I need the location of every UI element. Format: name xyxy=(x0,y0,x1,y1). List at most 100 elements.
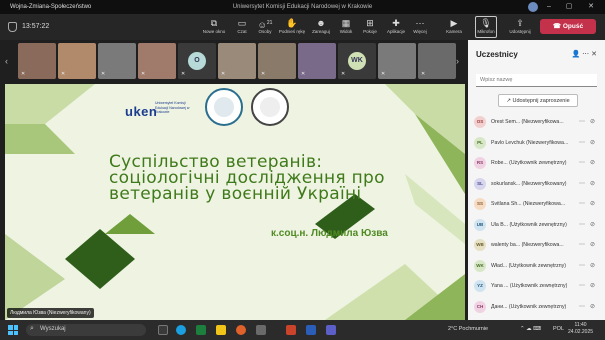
powerpoint-icon[interactable] xyxy=(286,325,296,335)
language-indicator[interactable]: POL xyxy=(553,326,564,332)
participant-more-icon[interactable]: ⋯ xyxy=(579,159,585,166)
taskbar-search[interactable]: ⌕ Wyszukaj xyxy=(26,324,146,336)
participant-name: Yana ... (Użytkownik zewnętrzny) xyxy=(491,283,568,289)
maximize-icon[interactable]: ▢ xyxy=(565,3,573,11)
mic-muted-icon: ✕ xyxy=(61,71,66,77)
microphone-button[interactable]: 🎙 Mikrofon xyxy=(475,16,497,38)
close-panel-icon[interactable]: ✕ xyxy=(591,51,597,58)
more-options-icon[interactable]: ⋯ xyxy=(582,51,591,58)
mic-muted-icon: ⊘ xyxy=(589,303,595,310)
leave-button[interactable]: ☎ Opuść xyxy=(540,19,596,34)
participant-video-tile[interactable]: ✕ xyxy=(378,43,416,79)
participant-video-tile[interactable]: ✕ xyxy=(218,43,256,79)
minimize-icon[interactable]: – xyxy=(545,3,553,11)
participant-name: sokurlansk... (Niezweryfikowany) xyxy=(491,180,567,187)
windows-taskbar: ⌕ Wyszukaj 2°C Pochmurnie ⌃ ☁ ⌨ POL 11:4… xyxy=(0,320,605,340)
participant-row[interactable]: RS Robe... (Użytkownik zewnętrzny) ⋯ ⊘ xyxy=(474,155,599,172)
panel-title: Uczestnicy xyxy=(476,50,518,59)
participant-avatar: YZ xyxy=(474,280,486,292)
teams-icon[interactable] xyxy=(326,325,336,335)
more-button[interactable]: ⋯ Więcej xyxy=(404,17,436,34)
camera-button[interactable]: ▶ Kamera xyxy=(438,17,470,34)
participant-row[interactable]: UB Ula B... (Użytkownik zewnętrzny) ⋯ ⊘ xyxy=(474,217,599,234)
firefox-icon[interactable] xyxy=(236,325,246,335)
participant-search-input[interactable]: Wpisz nazwę xyxy=(476,74,597,87)
weather-widget[interactable]: 2°C Pochmurnie xyxy=(448,326,488,332)
scroll-right-icon[interactable]: › xyxy=(456,56,459,66)
participant-name: Pavlo Levchuk (Niezweryfikowa... xyxy=(491,139,569,146)
participant-more-icon[interactable]: ⋯ xyxy=(579,139,585,146)
participant-name: walenty ba... (Niezweryfikowa... xyxy=(491,242,564,248)
store-icon[interactable] xyxy=(256,325,266,335)
add-person-icon[interactable]: 👤 xyxy=(572,51,581,58)
teams-meeting-window: Wojna-Zmiana-Społeczeństwo Uniwersytet K… xyxy=(0,0,605,340)
participant-more-icon[interactable]: ⋯ xyxy=(579,262,585,269)
participant-name: Ula B... (Użytkownik zewnętrzny) xyxy=(491,221,567,228)
participant-row[interactable]: WB walenty ba... (Niezweryfikowa... ⋯ ⊘ xyxy=(474,237,599,254)
participant-avatar: SL xyxy=(474,177,486,190)
participant-name: Robe... (Użytkownik zewnętrzny) xyxy=(491,160,567,166)
share-invite-button[interactable]: ↗ Udostępnij zaproszenie xyxy=(498,94,578,107)
participant-video-tile[interactable]: ✕ xyxy=(98,43,136,79)
participant-row[interactable]: SL sokurlansk... (Niezweryfikowany) ⋯ ⊘ xyxy=(474,176,599,193)
scroll-left-icon[interactable]: ‹ xyxy=(5,56,8,66)
participant-more-icon[interactable]: ⋯ xyxy=(579,282,585,289)
mic-muted-icon: ✕ xyxy=(221,71,226,77)
mic-muted-icon: ⊘ xyxy=(589,201,595,207)
participant-more-icon[interactable]: ⋯ xyxy=(579,118,585,125)
close-icon[interactable]: ✕ xyxy=(587,3,595,11)
speaker-name-tag: Людмила Юзва (Niezweryfikowany) xyxy=(7,308,94,318)
mic-off-icon: 🎙 xyxy=(480,18,492,28)
participant-more-icon[interactable]: ⋯ xyxy=(579,241,585,248)
mic-muted-icon: ⊘ xyxy=(589,180,595,187)
participant-row[interactable]: YZ Yana ... (Użytkownik zewnętrzny) ⋯ ⊘ xyxy=(474,278,599,295)
mic-muted-icon: ⊘ xyxy=(589,242,595,248)
participant-video-tile[interactable]: ✕ xyxy=(418,43,456,79)
file-explorer-icon[interactable] xyxy=(216,325,226,335)
share-button[interactable]: ⇪ Udostępnij xyxy=(504,17,536,34)
participant-video-tile[interactable]: ✕ xyxy=(258,43,296,79)
excel-icon[interactable] xyxy=(196,325,206,335)
account-avatar[interactable] xyxy=(528,2,538,12)
participant-avatar: UB xyxy=(474,218,486,231)
participant-video-tile[interactable]: ✕ xyxy=(18,43,56,79)
participant-video-tile[interactable]: ✕ xyxy=(298,43,336,79)
org-name: Uniwersytet Komisji Edukacji Narodowej w… xyxy=(232,4,373,10)
raise-hand-button[interactable]: ✋ Podnieś rękę xyxy=(276,17,308,34)
participant-more-icon[interactable]: ⋯ xyxy=(579,303,585,310)
phone-icon: ☎ xyxy=(552,23,563,30)
participant-video-tile[interactable]: WK ✕ xyxy=(338,43,376,79)
mic-muted-icon: ✕ xyxy=(421,71,426,77)
participant-video-tile[interactable]: ✕ xyxy=(58,43,96,79)
participant-more-icon[interactable]: ⋯ xyxy=(579,180,585,187)
participant-row[interactable]: CH Дани... (Użytkownik zewnętrzny) ⋯ ⊘ xyxy=(474,299,599,316)
task-view-icon[interactable] xyxy=(158,325,168,335)
panel-header-icons: 👤 ⋯ ✕ xyxy=(572,50,598,58)
mic-muted-icon: ⊘ xyxy=(589,160,595,166)
mic-muted-icon: ✕ xyxy=(341,71,346,77)
participant-row[interactable]: SS Svitlana Sh... (Niezweryfikowa... ⋯ ⊘ xyxy=(474,196,599,213)
participant-more-icon[interactable]: ⋯ xyxy=(579,221,585,228)
participant-video-tile[interactable]: O ✕ xyxy=(178,43,216,79)
word-icon[interactable] xyxy=(306,325,316,335)
participant-avatar: WB xyxy=(474,239,486,251)
uken-logo: uken xyxy=(125,104,158,119)
participant-row[interactable]: WK Wład... (Użytkownik zewnętrzny) ⋯ ⊘ xyxy=(474,258,599,275)
participant-name: Дани... (Użytkownik zewnętrzny) xyxy=(491,303,567,310)
participant-row[interactable]: OS Orest Sem... (Niezweryfikowa... ⋯ ⊘ xyxy=(474,114,599,131)
participant-avatar: WK xyxy=(474,259,486,272)
participant-initials: WK xyxy=(348,52,366,70)
participant-row[interactable]: PL Pavlo Levchuk (Niezweryfikowa... ⋯ ⊘ xyxy=(474,135,599,152)
slide-title: Суспільство ветеранів: соціологічні досл… xyxy=(109,152,385,204)
edge-icon[interactable] xyxy=(176,325,186,335)
search-icon: ⌕ xyxy=(30,325,34,332)
more-icon: ⋯ xyxy=(415,18,425,28)
laboratory-seal-logo xyxy=(251,88,289,126)
taskbar-clock[interactable]: 11:40 24.02.2025 xyxy=(568,322,593,336)
tray-icons[interactable]: ⌃ ☁ ⌨ xyxy=(520,326,541,332)
participant-video-tile[interactable]: ✕ xyxy=(138,43,176,79)
windows-start-icon[interactable] xyxy=(8,325,18,335)
participant-more-icon[interactable]: ⋯ xyxy=(579,200,585,207)
mic-muted-icon: ⊘ xyxy=(589,221,595,228)
shield-icon xyxy=(8,22,17,32)
